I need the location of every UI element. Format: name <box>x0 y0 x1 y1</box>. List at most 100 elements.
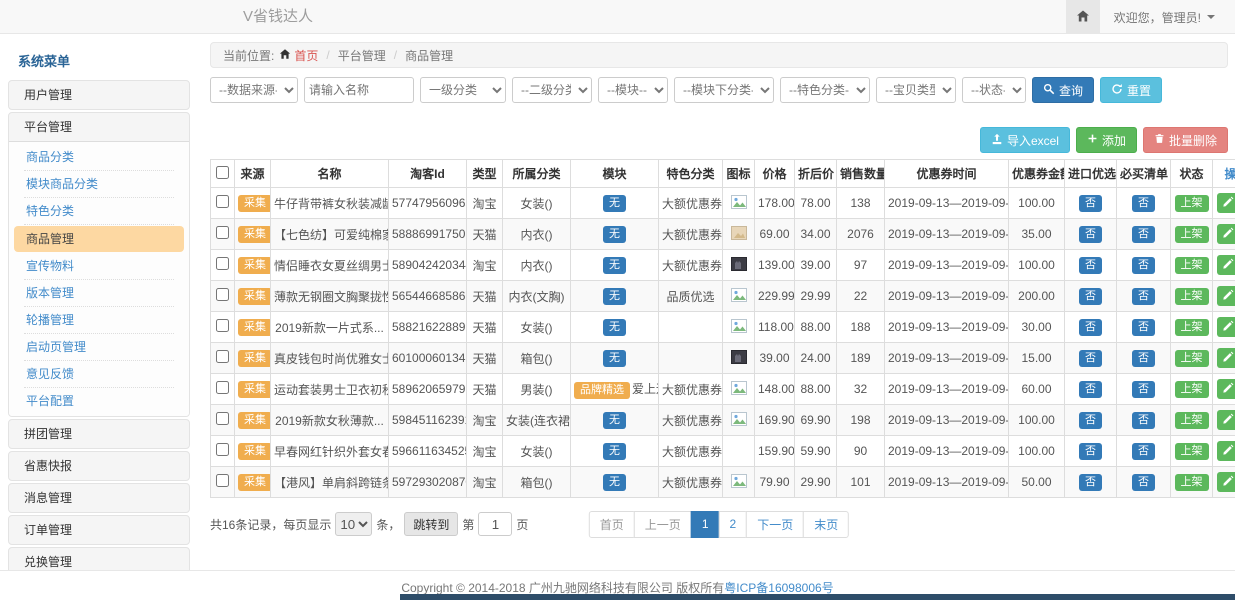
import-select-badge: 否 <box>1079 350 1102 367</box>
filter-module-subcategory[interactable]: --模块下分类-- <box>674 77 774 103</box>
import-excel-button[interactable]: 导入excel <box>980 127 1070 153</box>
row-checkbox[interactable] <box>216 412 229 425</box>
import-select-cell: 否 <box>1065 219 1117 250</box>
row-checkbox[interactable] <box>216 381 229 394</box>
coupon-time-cell: 2019-09-13—2019-09-17 <box>885 188 1009 219</box>
product-image-icon <box>731 195 747 212</box>
type-cell: 淘宝 <box>467 250 503 281</box>
edit-button[interactable] <box>1217 472 1235 492</box>
edit-button[interactable] <box>1217 286 1235 306</box>
row-checkbox[interactable] <box>216 257 229 270</box>
sidebar-group-订单管理[interactable]: 订单管理 <box>9 516 189 544</box>
breadcrumb: 当前位置: 首页 / 平台管理 / 商品管理 <box>210 42 1228 68</box>
home-button[interactable] <box>1066 0 1100 34</box>
sales-cell: 198 <box>837 405 885 436</box>
row-checkbox[interactable] <box>216 319 229 332</box>
row-checkbox[interactable] <box>216 350 229 363</box>
import-select-cell: 否 <box>1065 374 1117 405</box>
source-cell: 采集 <box>235 436 271 467</box>
sidebar-group-省惠快报[interactable]: 省惠快报 <box>9 452 189 480</box>
filter-level2-category[interactable]: --二级分类-- <box>512 77 592 103</box>
row-checkbox[interactable] <box>216 443 229 456</box>
type-cell: 天猫 <box>467 219 503 250</box>
sidebar-item-意见反馈[interactable]: 意见反馈 <box>24 361 174 388</box>
pager-末页[interactable]: 末页 <box>803 511 849 538</box>
select-all-checkbox[interactable] <box>216 166 229 179</box>
select-all-cell <box>211 160 235 188</box>
page-number-input[interactable] <box>478 512 512 536</box>
edit-button[interactable] <box>1217 224 1235 244</box>
taoke-id-cell: 601000601341 <box>389 343 467 374</box>
coupon-time-cell: 2019-09-13—2019-09-15 <box>885 374 1009 405</box>
pager-1[interactable]: 1 <box>691 511 720 538</box>
sidebar-item-轮播管理[interactable]: 轮播管理 <box>24 307 174 334</box>
sidebar-item-宣传物料[interactable]: 宣传物料 <box>24 253 174 280</box>
reset-button[interactable]: 重置 <box>1100 77 1162 103</box>
page-size-select[interactable]: 10 <box>335 512 372 536</box>
edit-button[interactable] <box>1217 410 1235 430</box>
sidebar-item-特色分类[interactable]: 特色分类 <box>24 198 174 225</box>
sidebar-item-平台配置[interactable]: 平台配置 <box>24 388 174 414</box>
row-checkbox[interactable] <box>216 226 229 239</box>
sidebar-group-用户管理[interactable]: 用户管理 <box>9 81 189 109</box>
column-header-操作: 操作 <box>1213 160 1235 188</box>
search-icon <box>1043 83 1055 98</box>
pager-2[interactable]: 2 <box>719 511 748 538</box>
sidebar-item-启动页管理[interactable]: 启动页管理 <box>24 334 174 361</box>
taoke-id-cell: 588216228899 <box>389 312 467 343</box>
filter-feature-category[interactable]: --特色分类-- <box>780 77 870 103</box>
edit-button[interactable] <box>1217 348 1235 368</box>
breadcrumb-item-platform[interactable]: 平台管理 <box>338 47 386 64</box>
user-menu[interactable]: 欢迎您，管理员! <box>1100 0 1235 34</box>
jump-button[interactable]: 跳转到 <box>404 512 458 536</box>
feature-cell: 品质优选 <box>659 281 723 312</box>
page-label-before: 第 <box>462 516 474 533</box>
name-search-input[interactable] <box>304 77 414 103</box>
must-buy-cell: 否 <box>1117 374 1171 405</box>
row-checkbox[interactable] <box>216 195 229 208</box>
pager-首页[interactable]: 首页 <box>589 511 635 538</box>
batch-delete-button[interactable]: 批量删除 <box>1143 127 1228 153</box>
filter-module[interactable]: --模块-- <box>598 77 668 103</box>
must-buy-badge: 否 <box>1132 195 1155 212</box>
edit-button[interactable] <box>1217 379 1235 399</box>
row-checkbox[interactable] <box>216 288 229 301</box>
sidebar-group-消息管理[interactable]: 消息管理 <box>9 484 189 512</box>
icon-cell <box>723 188 755 219</box>
filter-status[interactable]: --状态-- <box>962 77 1026 103</box>
pager-下一页[interactable]: 下一页 <box>746 511 804 538</box>
filter-item-type[interactable]: --宝贝类型-- <box>876 77 956 103</box>
row-checkbox[interactable] <box>216 474 229 487</box>
import-select-cell: 否 <box>1065 281 1117 312</box>
icp-link[interactable]: 粤ICP备16098006号 <box>724 581 833 595</box>
caret-down-icon <box>1207 15 1215 19</box>
sidebar-item-商品分类[interactable]: 商品分类 <box>24 144 174 171</box>
edit-button[interactable] <box>1217 317 1235 337</box>
sidebar-item-模块商品分类[interactable]: 模块商品分类 <box>24 171 174 198</box>
search-button[interactable]: 查询 <box>1032 77 1094 103</box>
name-cell: 2019新款女秋薄款... <box>271 405 389 436</box>
edit-icon <box>1222 475 1234 490</box>
type-cell: 淘宝 <box>467 467 503 498</box>
sidebar-group-拼团管理[interactable]: 拼团管理 <box>9 420 189 448</box>
sidebar-group-平台管理[interactable]: 平台管理 <box>9 113 189 141</box>
price-cell: 39.00 <box>755 343 795 374</box>
status-cell: 上架 <box>1171 281 1213 312</box>
breadcrumb-home-link[interactable]: 首页 <box>279 47 318 64</box>
topbar: V省钱达人 欢迎您，管理员! <box>0 0 1235 34</box>
toolbar: 导入excel 添加 批量删除 <box>210 127 1228 153</box>
module-badge: 无 <box>603 226 626 243</box>
filter-level1-category[interactable]: 一级分类 <box>420 77 506 103</box>
filter-data-source[interactable]: --数据来源-- <box>210 77 298 103</box>
coupon-amount-cell: 35.00 <box>1009 219 1065 250</box>
edit-button[interactable] <box>1217 193 1235 213</box>
edit-button[interactable] <box>1217 255 1235 275</box>
table-row: 采集情侣睡衣女夏丝绸男士...589042420344淘宝内衣()无大额优惠券1… <box>211 250 1235 281</box>
sidebar-item-商品管理[interactable]: 商品管理 <box>14 226 184 252</box>
edit-button[interactable] <box>1217 441 1235 461</box>
sidebar-panel: 订单管理 <box>8 515 190 545</box>
add-button[interactable]: 添加 <box>1076 127 1137 153</box>
pager-上一页[interactable]: 上一页 <box>634 511 692 538</box>
sidebar-item-版本管理[interactable]: 版本管理 <box>24 280 174 307</box>
feature-cell: 大额优惠券 <box>659 405 723 436</box>
